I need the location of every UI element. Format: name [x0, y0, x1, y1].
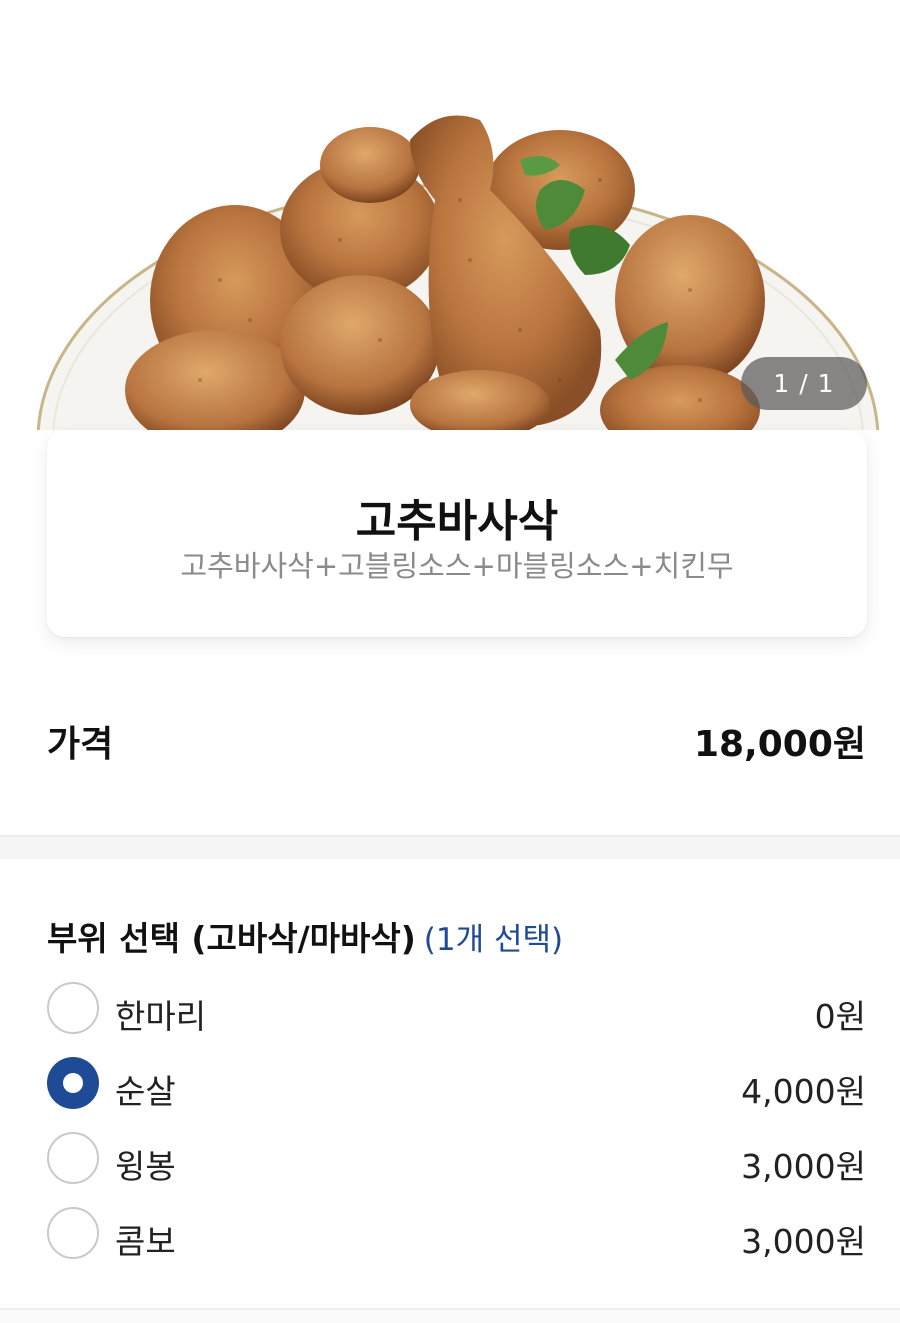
option-label: 한마리	[115, 997, 207, 1036]
option-label: 콤보	[115, 1222, 176, 1261]
product-title: 고추바사삭	[355, 496, 559, 547]
option-row-combo[interactable]: 콤보 3,000원	[47, 1207, 866, 1263]
option-label: 윙봉	[115, 1147, 176, 1186]
option-group-hint: (1개 선택)	[423, 922, 564, 958]
section-divider	[0, 835, 900, 859]
option-row-wings[interactable]: 윙봉 3,000원	[47, 1132, 866, 1188]
option-price: 4,000원	[741, 1072, 866, 1111]
product-image[interactable]: 1 / 1	[0, 0, 900, 430]
price-row: 가격 18,000원	[47, 715, 866, 765]
option-price: 3,000원	[741, 1222, 866, 1261]
radio-button[interactable]	[47, 1207, 99, 1259]
option-group-title: 부위 선택 (고바삭/마바삭)	[47, 919, 416, 958]
product-card: 고추바사삭 고추바사삭+고블링소스+마블링소스+치킨무	[47, 430, 867, 637]
radio-button-selected[interactable]	[47, 1057, 99, 1109]
price-value: 18,000원	[693, 724, 866, 765]
option-price: 0원	[814, 997, 866, 1036]
image-pager: 1 / 1	[741, 357, 867, 410]
product-description: 고추바사삭+고블링소스+마블링소스+치킨무	[180, 549, 734, 583]
price-label: 가격	[47, 724, 114, 765]
option-label: 순살	[115, 1072, 176, 1111]
option-group-header: 부위 선택 (고바삭/마바삭) (1개 선택)	[47, 912, 563, 960]
option-price: 3,000원	[741, 1147, 866, 1186]
option-row-whole[interactable]: 한마리 0원	[47, 982, 866, 1038]
radio-button[interactable]	[47, 1132, 99, 1184]
radio-button[interactable]	[47, 982, 99, 1034]
option-row-boneless[interactable]: 순살 4,000원	[47, 1057, 866, 1113]
